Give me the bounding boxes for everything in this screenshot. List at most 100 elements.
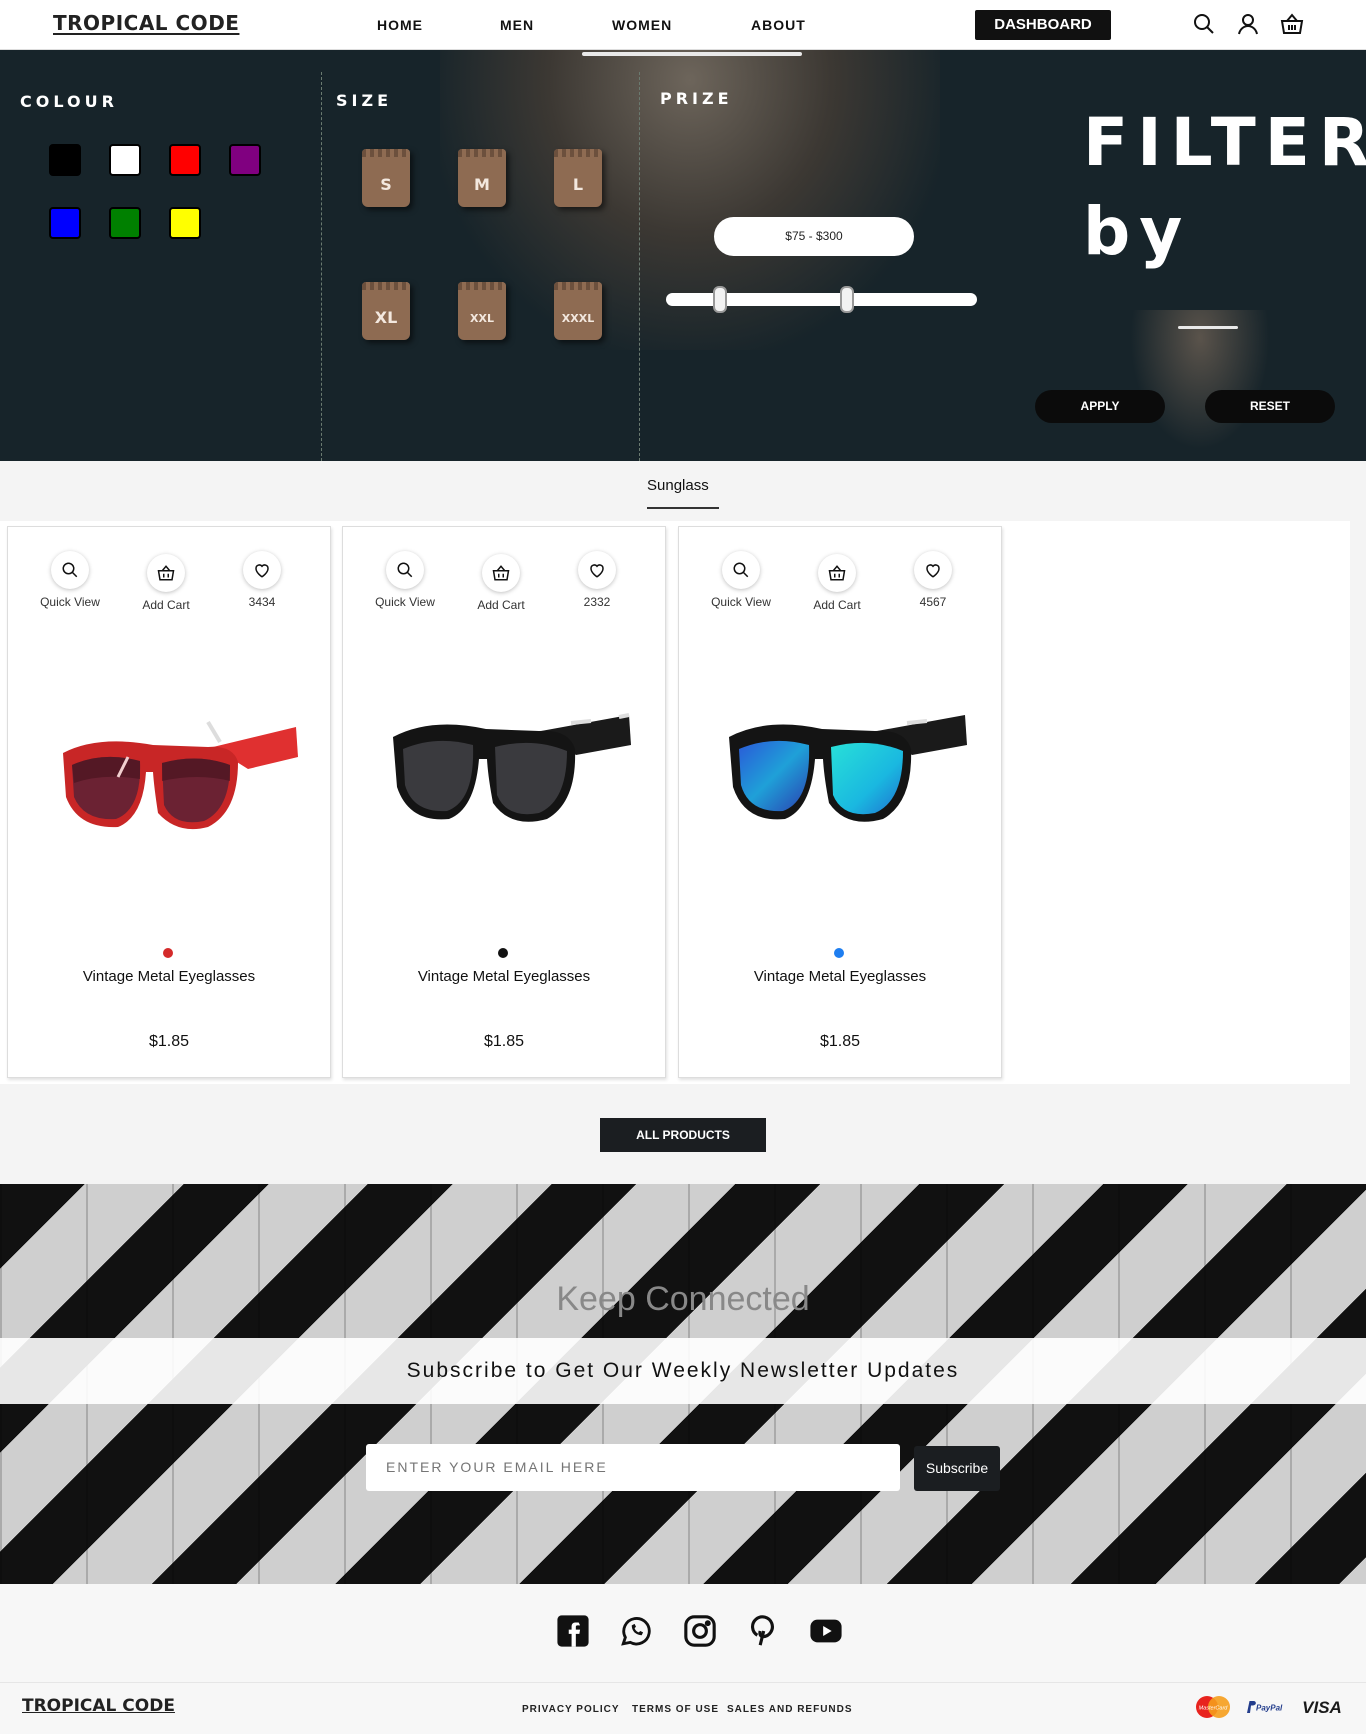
- like-count: 2332: [583, 595, 611, 609]
- size-text: L: [572, 175, 584, 194]
- filter-title: FILTER by: [1083, 98, 1366, 276]
- size-option-xl[interactable]: XL: [362, 282, 410, 340]
- user-icon[interactable]: [1236, 12, 1260, 36]
- colour-swatch-yellow[interactable]: [169, 207, 201, 239]
- divider: [321, 72, 322, 461]
- colour-swatch-black[interactable]: [49, 144, 81, 176]
- like-button[interactable]: [578, 551, 616, 589]
- add-cart-action[interactable]: Add Cart: [466, 554, 536, 612]
- colour-swatch-purple[interactable]: [229, 144, 261, 176]
- quick-view-action[interactable]: Quick View: [35, 551, 105, 609]
- newsletter-subheading: Subscribe to Get Our Weekly Newsletter U…: [0, 1338, 1366, 1404]
- price-slider-max-handle[interactable]: [840, 286, 854, 313]
- footer-brand-logo[interactable]: TROPICAL CODE: [22, 1696, 175, 1716]
- visa-text: VISA: [1302, 1698, 1342, 1717]
- email-input[interactable]: [366, 1444, 900, 1491]
- like-count: 3434: [248, 595, 276, 609]
- instagram-icon[interactable]: [683, 1614, 717, 1648]
- search-icon: [733, 562, 749, 578]
- paypal-icon: PayPal: [1247, 1701, 1283, 1713]
- basket-icon: [157, 565, 175, 581]
- size-option-l[interactable]: L: [554, 149, 602, 207]
- like-button[interactable]: [243, 551, 281, 589]
- colour-swatch-red[interactable]: [169, 144, 201, 176]
- like-action[interactable]: 4567: [898, 551, 968, 609]
- quick-view-label: Quick View: [711, 595, 771, 609]
- quick-view-button[interactable]: [722, 551, 760, 589]
- size-option-m[interactable]: M: [458, 149, 506, 207]
- basket-icon[interactable]: [1280, 12, 1304, 36]
- quick-view-button[interactable]: [386, 551, 424, 589]
- nav-home[interactable]: HOME: [377, 17, 500, 33]
- all-products-button[interactable]: ALL PRODUCTS: [600, 1118, 766, 1152]
- youtube-icon[interactable]: [809, 1614, 843, 1648]
- search-icon: [62, 562, 78, 578]
- quick-view-label: Quick View: [375, 595, 435, 609]
- basket-icon: [492, 565, 510, 581]
- terms-of-use-link[interactable]: TERMS OF USE: [632, 1704, 719, 1715]
- quick-view-button[interactable]: [51, 551, 89, 589]
- quick-view-action[interactable]: Quick View: [706, 551, 776, 609]
- colour-dot: [498, 948, 508, 958]
- add-cart-label: Add Cart: [477, 598, 525, 612]
- like-count: 4567: [919, 595, 947, 609]
- nav-women[interactable]: WOMEN: [612, 17, 751, 33]
- heart-icon: [590, 564, 604, 578]
- size-option-s[interactable]: S: [362, 149, 410, 207]
- size-option-xxl[interactable]: XXL: [458, 282, 506, 340]
- blue-mirror-sunglasses-image[interactable]: [727, 707, 977, 847]
- colour-swatch-green[interactable]: [109, 207, 141, 239]
- category-tab-sunglass[interactable]: Sunglass: [647, 477, 709, 494]
- colour-swatch-blue[interactable]: [49, 207, 81, 239]
- product-card[interactable]: Quick View Add Cart 4567 Vintage Metal E…: [678, 526, 1002, 1078]
- category-active-underline: [647, 507, 719, 509]
- filter-panel: COLOUR SIZE S M L XL XXL XXXL PRIZE $75 …: [0, 50, 1366, 461]
- nav-links: HOME MEN WOMEN ABOUT: [377, 17, 806, 33]
- product-price: $1.85: [148, 1033, 190, 1050]
- add-cart-button[interactable]: [482, 554, 520, 592]
- add-cart-label: Add Cart: [142, 598, 190, 612]
- facebook-icon[interactable]: [556, 1614, 590, 1648]
- sales-and-refunds-link[interactable]: SALES AND REFUNDS: [727, 1704, 853, 1715]
- like-action[interactable]: 2332: [562, 551, 632, 609]
- product-name[interactable]: Vintage Metal Eyeglasses: [8, 968, 330, 985]
- whatsapp-icon[interactable]: [619, 1614, 653, 1648]
- quick-view-action[interactable]: Quick View: [370, 551, 440, 609]
- search-icon[interactable]: [1192, 12, 1216, 36]
- like-action[interactable]: 3434: [227, 551, 297, 609]
- nav-men[interactable]: MEN: [500, 17, 612, 33]
- size-text: XXL: [470, 312, 494, 325]
- add-cart-button[interactable]: [818, 554, 856, 592]
- product-card[interactable]: Quick View Add Cart 2332 Vintage Metal E…: [342, 526, 666, 1078]
- reset-button[interactable]: RESET: [1205, 390, 1335, 423]
- hero-background-light: [1130, 310, 1270, 450]
- nav-about[interactable]: ABOUT: [751, 17, 806, 33]
- subscribe-button[interactable]: Subscribe: [914, 1446, 1000, 1491]
- pinterest-icon[interactable]: [746, 1614, 780, 1648]
- price-slider-min-handle[interactable]: [713, 286, 727, 313]
- like-button[interactable]: [914, 551, 952, 589]
- product-name[interactable]: Vintage Metal Eyeglasses: [679, 968, 1001, 985]
- add-cart-action[interactable]: Add Cart: [131, 554, 201, 612]
- price-label: PRIZE: [660, 89, 733, 108]
- mastercard-text: MasterCard: [1199, 1706, 1229, 1712]
- privacy-policy-link[interactable]: PRIVACY POLICY: [522, 1704, 620, 1715]
- dashboard-button[interactable]: DASHBOARD: [975, 10, 1111, 40]
- add-cart-button[interactable]: [147, 554, 185, 592]
- newsletter-heading: Keep Connected: [556, 1280, 810, 1318]
- size-text: M: [474, 175, 490, 194]
- black-sunglasses-image[interactable]: [391, 707, 641, 847]
- size-option-xxxl[interactable]: XXXL: [554, 282, 602, 340]
- colour-swatch-white[interactable]: [109, 144, 141, 176]
- add-cart-action[interactable]: Add Cart: [802, 554, 872, 612]
- brand-logo[interactable]: TROPICAL CODE: [53, 11, 239, 35]
- ceiling-lamp: [582, 52, 802, 56]
- apply-button[interactable]: APPLY: [1035, 390, 1165, 423]
- red-sunglasses-image[interactable]: [58, 717, 308, 857]
- product-card[interactable]: Quick View Add Cart 3434 Vintage Metal E…: [7, 526, 331, 1078]
- newsletter-section: Keep Connected Subscribe to Get Our Week…: [0, 1184, 1366, 1584]
- quick-view-label: Quick View: [40, 595, 100, 609]
- search-icon: [397, 562, 413, 578]
- product-name[interactable]: Vintage Metal Eyeglasses: [343, 968, 665, 985]
- divider: [639, 72, 640, 461]
